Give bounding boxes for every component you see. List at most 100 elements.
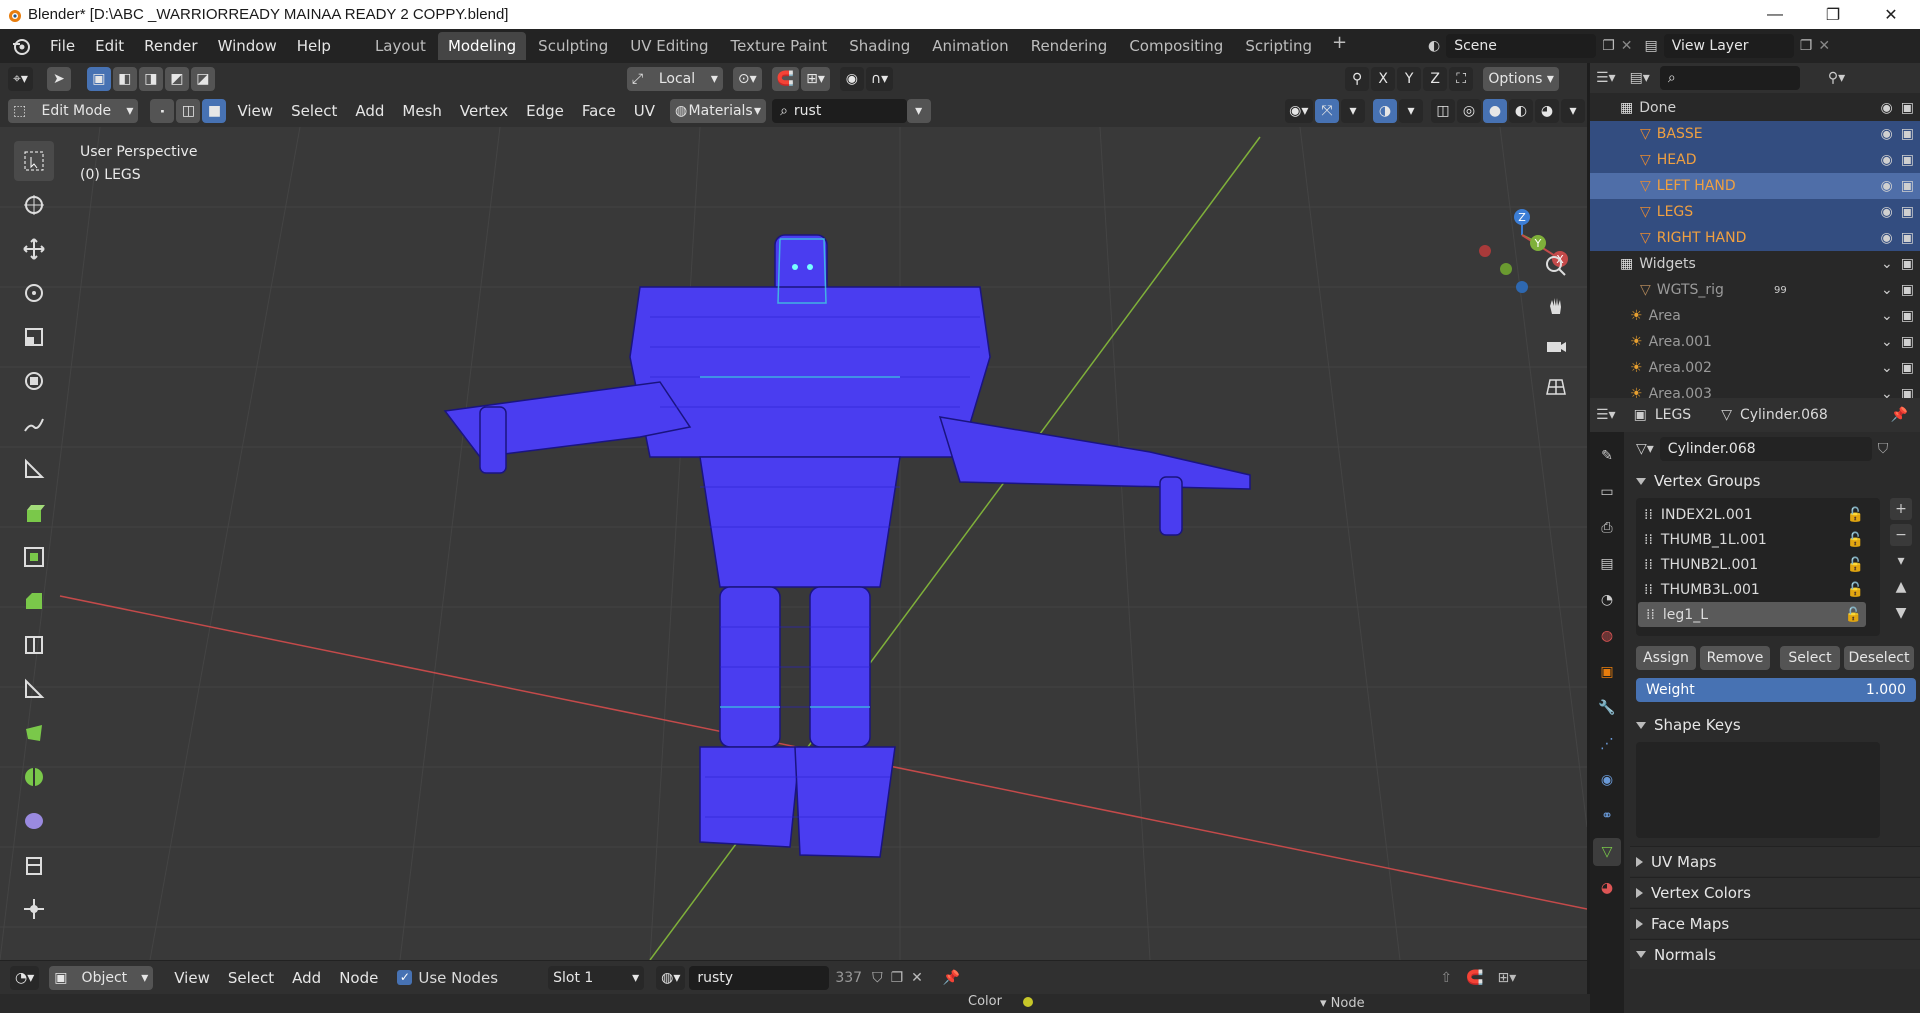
filter-icon[interactable]: ⚲▾ xyxy=(1828,70,1845,86)
visibility-eye-icon[interactable]: ◉ xyxy=(1881,230,1893,246)
render-camera-icon[interactable]: ▣ xyxy=(1901,360,1914,376)
editor-type-icon[interactable]: ☰▾ xyxy=(1596,407,1616,423)
rendered-shading-icon[interactable]: ◕ xyxy=(1535,99,1559,123)
outliner-row[interactable]: ▦ Done ◉ ▣ xyxy=(1590,95,1920,121)
mirror-z-button[interactable]: Z xyxy=(1423,67,1448,91)
tab-layout[interactable]: Layout xyxy=(365,32,436,60)
render-camera-icon[interactable]: ▣ xyxy=(1901,100,1914,116)
zoom-icon[interactable] xyxy=(1538,248,1574,284)
list-item[interactable]: ⁞⁞ THUNB2L.001 🔓 xyxy=(1636,552,1880,577)
delete-view-layer-icon[interactable]: ✕ xyxy=(1818,38,1830,54)
visibility-eye-icon[interactable]: ⌄ xyxy=(1881,282,1893,298)
rotate-tool[interactable] xyxy=(14,273,54,313)
visibility-eye-icon[interactable]: ◉ xyxy=(1881,126,1893,142)
tab-texture-paint[interactable]: Texture Paint xyxy=(720,32,837,60)
lock-icon[interactable]: 🔓 xyxy=(1845,607,1862,623)
tool-tab-icon[interactable]: ✎ xyxy=(1593,442,1621,470)
menu-select[interactable]: Select xyxy=(219,969,283,987)
pan-hand-icon[interactable] xyxy=(1538,288,1574,324)
assign-button[interactable]: Assign xyxy=(1636,646,1696,670)
lock-icon[interactable]: 🔓 xyxy=(1847,532,1864,548)
select-subtract-icon[interactable]: ◨ xyxy=(138,67,163,91)
material-name-field[interactable]: rusty xyxy=(689,965,830,990)
menu-vertex[interactable]: Vertex xyxy=(451,102,517,120)
editor-type-icon[interactable]: ⌖▾ xyxy=(8,67,33,91)
transform-orientation-dropdown[interactable]: ⤢ Local ▾ xyxy=(626,67,723,91)
pin-icon[interactable]: 📌 xyxy=(1891,407,1908,423)
material-shading-icon[interactable]: ◐ xyxy=(1509,99,1533,123)
outliner-row[interactable]: ▽ LEGS ◉ ▣ xyxy=(1590,199,1920,225)
mirror-x-button[interactable]: X xyxy=(1371,67,1396,91)
context-object-name[interactable]: LEGS xyxy=(1655,407,1691,423)
material-tab-icon[interactable]: ◕ xyxy=(1593,874,1621,902)
minimize-button[interactable]: — xyxy=(1746,0,1804,29)
modifier-tab-icon[interactable]: 🔧 xyxy=(1593,694,1621,722)
proportional-edit-icon[interactable]: ◉ xyxy=(839,67,864,91)
menu-file[interactable]: File xyxy=(40,37,85,55)
color-socket-icon[interactable] xyxy=(1023,997,1033,1007)
menu-select[interactable]: Select xyxy=(282,102,346,120)
render-tab-icon[interactable]: ▭ xyxy=(1593,478,1621,506)
add-vertex-group-button[interactable]: + xyxy=(1890,498,1912,520)
inset-tool[interactable] xyxy=(14,537,54,577)
mirror-icon[interactable]: ⚲ xyxy=(1345,67,1370,91)
overlay-dropdown-icon[interactable]: ▾ xyxy=(1399,99,1423,123)
remove-button[interactable]: Remove xyxy=(1700,646,1770,670)
vertex-select-icon[interactable]: ⬝ xyxy=(150,99,175,123)
world-tab-icon[interactable]: ◍ xyxy=(1593,622,1621,650)
render-camera-icon[interactable]: ▣ xyxy=(1901,282,1914,298)
shape-keys-panel-header[interactable]: Shape Keys xyxy=(1630,710,1920,740)
view-layer-icon[interactable]: ▤ xyxy=(1645,38,1658,54)
normals-panel-header[interactable]: Normals xyxy=(1630,939,1920,969)
select-intersect-icon[interactable]: ◪ xyxy=(190,67,215,91)
display-mode-icon[interactable]: ▤▾ xyxy=(1630,70,1650,86)
auto-merge-icon[interactable]: ⛶ xyxy=(1449,67,1474,91)
render-camera-icon[interactable]: ▣ xyxy=(1901,126,1914,142)
pin-icon[interactable]: 📌 xyxy=(943,970,960,986)
outliner-row[interactable]: ☀ Area.003 ⌄ ▣ xyxy=(1590,381,1920,398)
poly-build-tool[interactable] xyxy=(14,713,54,753)
visibility-eye-icon[interactable]: ⌄ xyxy=(1881,334,1893,350)
tweak-tool-icon[interactable]: ➤ xyxy=(46,67,71,91)
scene-tab-icon[interactable]: ◔ xyxy=(1593,586,1621,614)
fake-user-icon[interactable]: ⛉ xyxy=(1878,441,1889,457)
mesh-browse-icon[interactable]: ▽▾ xyxy=(1636,441,1654,457)
vertex-colors-panel-header[interactable]: Vertex Colors xyxy=(1630,877,1920,907)
mesh-name-field[interactable]: Cylinder.068 xyxy=(1659,437,1872,461)
outliner-row[interactable]: ☀ Area ⌄ ▣ xyxy=(1590,303,1920,329)
object-tab-icon[interactable]: ▣ xyxy=(1593,658,1621,686)
visibility-eye-icon[interactable]: ◉ xyxy=(1881,204,1893,220)
scene-icon[interactable]: ◐ xyxy=(1428,38,1440,54)
move-tool[interactable] xyxy=(14,229,54,269)
face-maps-panel-header[interactable]: Face Maps xyxy=(1630,908,1920,938)
view-layer-tab-icon[interactable]: ▤ xyxy=(1593,550,1621,578)
list-item-active[interactable]: ⁞⁞ leg1_L 🔓 xyxy=(1638,602,1866,627)
render-camera-icon[interactable]: ▣ xyxy=(1901,386,1914,398)
tab-modeling[interactable]: Modeling xyxy=(437,32,527,60)
mirror-y-button[interactable]: Y xyxy=(1397,67,1422,91)
overlay-toggle-icon[interactable]: ◑ xyxy=(1373,99,1397,123)
falloff-icon[interactable]: ∩▾ xyxy=(865,67,894,91)
render-camera-icon[interactable]: ▣ xyxy=(1901,178,1914,194)
tab-scripting[interactable]: Scripting xyxy=(1235,32,1322,60)
select-button[interactable]: Select xyxy=(1780,646,1840,670)
select-box-tool[interactable] xyxy=(14,141,54,181)
shrink-fatten-tool[interactable] xyxy=(14,889,54,929)
edge-slide-tool[interactable] xyxy=(14,845,54,885)
delete-scene-icon[interactable]: ✕ xyxy=(1621,38,1633,54)
select-extend-icon[interactable]: ◧ xyxy=(112,67,137,91)
menu-window[interactable]: Window xyxy=(208,37,287,55)
xray-toggle-icon[interactable]: ◫ xyxy=(1431,99,1455,123)
vertex-groups-panel-header[interactable]: Vertex Groups xyxy=(1630,466,1920,496)
menu-add[interactable]: Add xyxy=(283,969,330,987)
menu-edit[interactable]: Edit xyxy=(85,37,134,55)
visibility-eye-icon[interactable]: ⌄ xyxy=(1881,256,1893,272)
lock-icon[interactable]: 🔓 xyxy=(1847,582,1864,598)
select-new-icon[interactable]: ▣ xyxy=(86,67,111,91)
knife-tool[interactable] xyxy=(14,669,54,709)
mode-dropdown[interactable]: ⬚ Edit Mode ▾ xyxy=(8,99,139,123)
visibility-eye-icon[interactable]: ◉ xyxy=(1881,100,1893,116)
snap-icon[interactable]: 🧲 xyxy=(771,67,800,91)
context-mesh-name[interactable]: Cylinder.068 xyxy=(1740,407,1828,423)
tab-compositing[interactable]: Compositing xyxy=(1119,32,1233,60)
